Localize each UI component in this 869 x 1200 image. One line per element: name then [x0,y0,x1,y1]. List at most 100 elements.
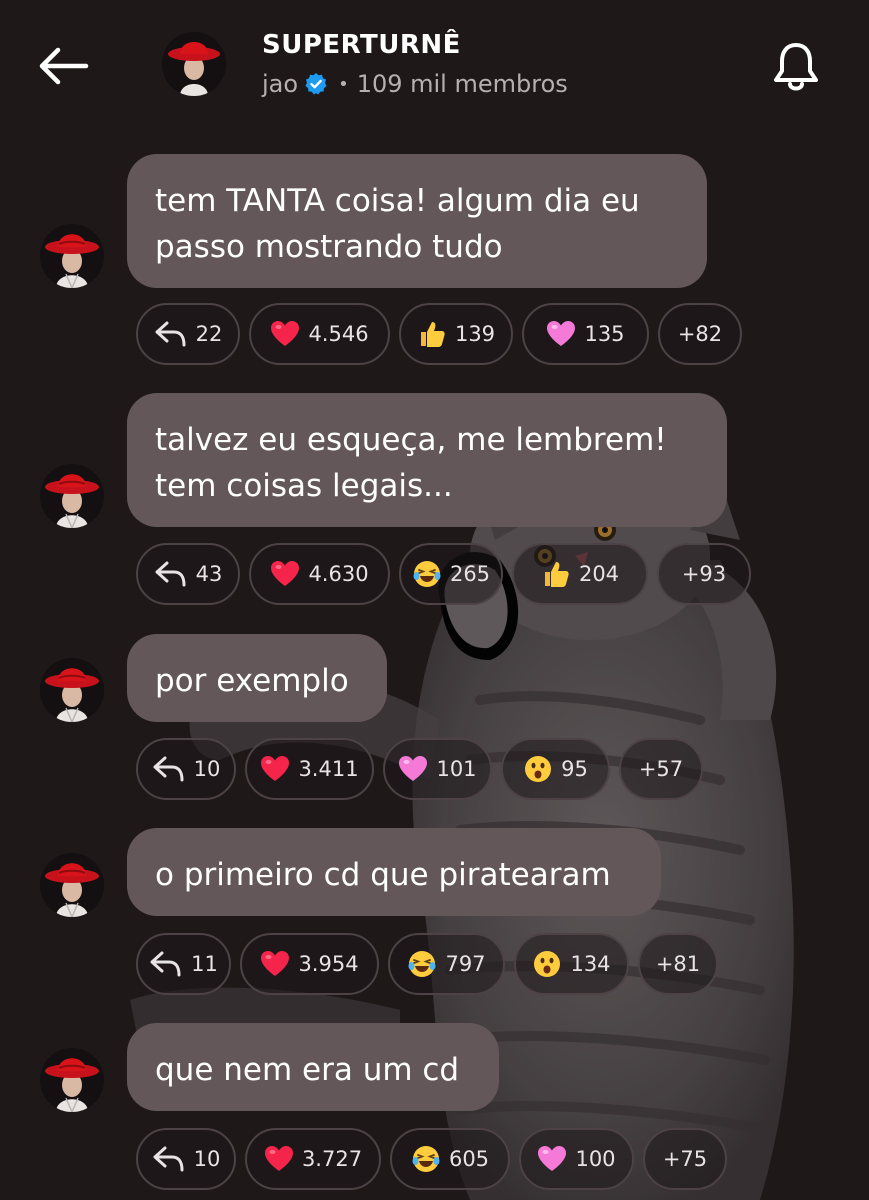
reply-count-button[interactable]: 22 [136,303,240,365]
reaction-chip[interactable]: 797 [388,933,505,995]
reaction-count: 134 [570,952,611,976]
reaction-chip[interactable]: 3.727 [245,1128,381,1190]
more-reactions-count: +57 [638,757,684,781]
more-reactions-count: +82 [677,322,723,346]
red-heart-icon [260,950,290,978]
message-avatar[interactable] [40,1048,104,1112]
message-bubble[interactable]: tem TANTA coisa! algum dia eu passo mostr… [127,154,707,288]
reply-icon [152,1145,186,1173]
red-heart-icon [270,560,300,588]
reply-icon [149,950,183,978]
reaction-count: 3.411 [298,757,359,781]
reaction-count: 4.630 [308,562,369,586]
reply-count-button[interactable]: 43 [136,543,240,605]
surprised-face-icon [532,949,562,979]
reaction-count: 95 [561,757,588,781]
reply-count: 10 [193,1147,221,1171]
reaction-count: 605 [448,1147,490,1171]
avatar-image [162,32,226,96]
reaction-bar: 11 3.954 797 134 +81 [136,933,718,995]
reaction-bar: 10 3.727 605 100 +75 [136,1128,727,1190]
message-bubble[interactable]: por exemplo [127,634,387,722]
reaction-count: 3.727 [301,1147,363,1171]
channel-subtitle: jao • 109 mil membros [262,70,568,98]
reaction-count: 101 [436,757,477,781]
reply-count-button[interactable]: 10 [136,738,236,800]
message-avatar[interactable] [40,464,104,528]
reaction-bar: 43 4.630 265 204 +93 [136,543,751,605]
reply-count: 43 [195,562,223,586]
red-heart-icon [270,320,300,348]
reaction-count: 204 [578,562,620,586]
message-avatar[interactable] [40,853,104,917]
message-text-line: tem TANTA coisa! algum dia eu [155,183,640,219]
reaction-chip[interactable]: 135 [522,303,649,365]
more-reactions-button[interactable]: +81 [638,933,718,995]
reply-icon [152,755,186,783]
message-text-line: o primeiro cd que piratearam [155,857,611,893]
member-count: 109 mil membros [356,70,568,98]
message-bubble[interactable]: o primeiro cd que piratearam [127,828,661,916]
reaction-chip[interactable]: 101 [383,738,492,800]
more-reactions-button[interactable]: +93 [657,543,751,605]
back-button[interactable] [28,36,98,96]
more-reactions-button[interactable]: +75 [643,1128,727,1190]
reaction-count: 797 [445,952,486,976]
red-heart-icon [260,755,290,783]
more-reactions-count: +93 [681,562,727,586]
reaction-chip[interactable]: 100 [519,1128,634,1190]
arrow-left-icon [39,47,89,85]
channel-screen: SUPERTURNÊ jao • 109 mil membros tem TAN… [0,0,869,1200]
bell-icon [774,43,818,91]
more-reactions-button[interactable]: +57 [619,738,703,800]
reaction-count: 3.954 [298,952,359,976]
message-bubble[interactable]: que nem era um cd [127,1023,499,1111]
surprised-face-icon [523,754,553,784]
reaction-chip[interactable]: 204 [512,543,648,605]
message-avatar[interactable] [40,224,104,288]
reply-icon [154,320,188,348]
reaction-chip[interactable]: 3.954 [240,933,379,995]
pink-heart-icon [546,320,576,348]
reaction-chip[interactable]: 265 [399,543,503,605]
reaction-count: 139 [454,322,496,346]
message-text-line: talvez eu esqueça, me lembrem! [155,422,667,458]
more-reactions-count: +81 [655,952,701,976]
reaction-chip[interactable]: 3.411 [245,738,374,800]
reaction-bar: 10 3.411 101 95 +57 [136,738,703,800]
message-text-line: por exemplo [155,663,349,699]
channel-header: SUPERTURNÊ jao • 109 mil membros [0,0,869,130]
reaction-chip[interactable]: 95 [501,738,610,800]
reaction-chip[interactable]: 134 [514,933,629,995]
verified-badge-icon [305,73,327,95]
pink-heart-icon [398,755,428,783]
reaction-count: 265 [449,562,491,586]
channel-avatar[interactable] [162,32,226,96]
reply-count: 22 [195,322,223,346]
message-text-line: passo mostrando tudo [155,229,503,265]
thumbs-up-icon [541,559,571,589]
reply-count: 11 [191,952,218,976]
laughing-face-icon [407,949,437,979]
reply-count-button[interactable]: 10 [136,1128,236,1190]
more-reactions-button[interactable]: +82 [658,303,742,365]
author-name[interactable]: jao [262,70,298,98]
separator-dot: • [338,73,349,95]
pink-heart-icon [537,1145,567,1173]
reaction-chip[interactable]: 139 [399,303,513,365]
reply-count-button[interactable]: 11 [136,933,231,995]
reaction-chip[interactable]: 4.630 [249,543,390,605]
message-avatar[interactable] [40,658,104,722]
message-text-line: tem coisas legais... [155,468,453,504]
notification-bell-button[interactable] [764,36,828,96]
laughing-face-icon [411,1144,441,1174]
message-bubble[interactable]: talvez eu esqueça, me lembrem! tem coisas… [127,393,727,527]
channel-title: SUPERTURNÊ [262,30,461,60]
laughing-face-icon [412,559,442,589]
reaction-count: 135 [584,322,625,346]
thumbs-up-icon [417,319,447,349]
reaction-count: 100 [575,1147,616,1171]
reaction-chip[interactable]: 605 [390,1128,510,1190]
reaction-chip[interactable]: 4.546 [249,303,390,365]
reaction-bar: 22 4.546 139 135 +82 [136,303,742,365]
